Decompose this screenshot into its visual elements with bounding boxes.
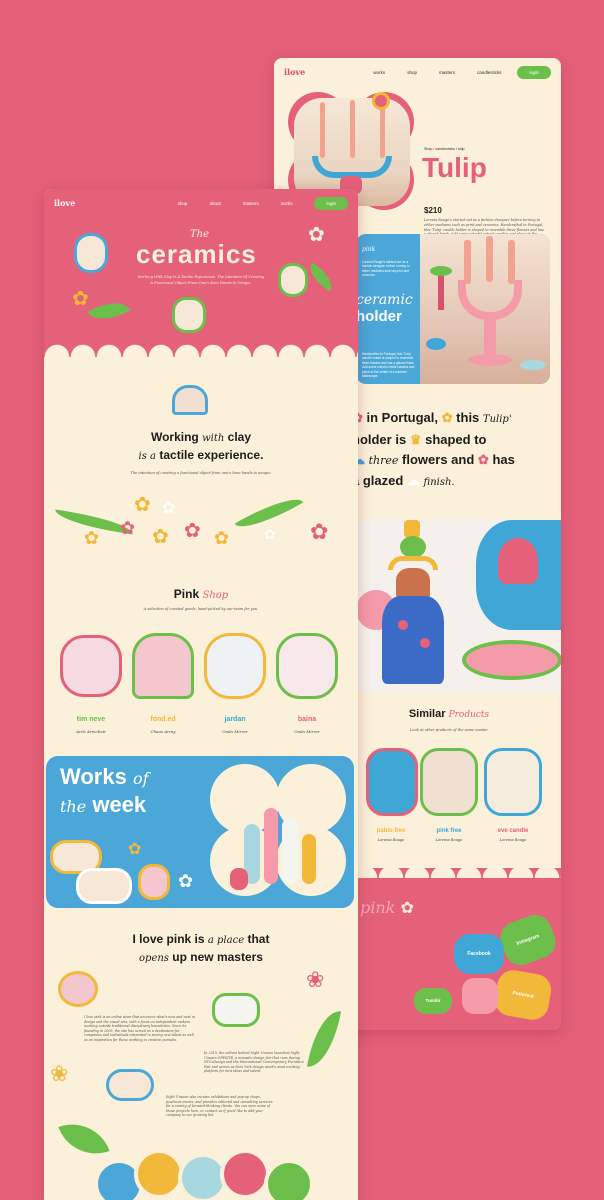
nav-shop[interactable]: shop <box>407 70 417 75</box>
similar-sub-3: Lorenia Rouge <box>499 838 527 842</box>
about-paragraph-3: Sight Unseen also curates exhibitions an… <box>166 1095 273 1118</box>
feature-title-1: ceramic <box>356 292 413 308</box>
flower-icon: ✿ <box>128 841 142 858</box>
login-button[interactable]: login <box>314 196 348 210</box>
works-title: Works of the week <box>60 764 149 817</box>
love-image-2 <box>212 993 260 1027</box>
feature-title-2: holder <box>356 308 402 325</box>
leaf-decoration <box>304 262 338 292</box>
similar-card-1[interactable] <box>366 748 418 816</box>
product-name-fond-ed[interactable]: fond.ed <box>130 716 196 723</box>
product-card-tim-neve[interactable] <box>60 635 122 697</box>
breadcrumb: Shop / candlesticks / tulip <box>424 147 465 151</box>
product-price: $210 <box>424 206 442 215</box>
product-title: Tulip <box>422 152 487 183</box>
nav-about[interactable]: about <box>209 201 220 206</box>
ceramic-vase-photo <box>356 520 561 692</box>
hero-title: ceramics <box>136 239 257 269</box>
flower-garland: ✿ ✿ ✿ ✿ ✿ ✿ ✿ ✿ ✿ <box>53 488 354 565</box>
love-image-3 <box>106 1069 154 1101</box>
home-page-panel: ilove shop about masters works login The… <box>44 189 358 1200</box>
similar-sub-1: Lorenia Rouge <box>377 838 405 842</box>
working-heading: Working with clay is a tactile experienc… <box>138 430 264 462</box>
nav-works[interactable]: works <box>281 201 293 206</box>
nav-masters[interactable]: masters <box>439 70 455 75</box>
top-nav: ilove works shop masters candlesticks lo… <box>274 58 561 86</box>
feature-label: pink <box>362 246 376 253</box>
nav-masters[interactable]: masters <box>243 201 259 206</box>
works-photo <box>210 764 350 902</box>
hero-figure-image <box>172 297 206 333</box>
tulip-icon: ❀ <box>306 967 325 992</box>
hero: ilove shop about masters works login The… <box>44 189 358 357</box>
statement: ✿ in Portugal, ✿ this Tulip' holder is ♛… <box>352 410 515 488</box>
facebook-button[interactable]: Facebook <box>454 934 504 974</box>
love-heading: I love pink is a place that opens up new… <box>132 932 270 964</box>
feature-section: pink Lorenia Rouge's started out as a fa… <box>356 234 550 384</box>
tulip-icon: ❀ <box>50 1061 69 1086</box>
similar-name-2[interactable]: pink free <box>416 828 482 834</box>
tumblr-button[interactable]: Tumblr <box>414 988 452 1014</box>
similar-heading: Similar Products <box>408 708 490 720</box>
love-image-1 <box>58 971 98 1007</box>
hero-subtitle: Working With Clay Is A Tactile Experienc… <box>137 275 265 285</box>
feature-photo <box>420 234 550 384</box>
about-paragraph-1: I love pink is an online store that unco… <box>84 1015 195 1043</box>
product-name-baina[interactable]: baina <box>274 716 340 723</box>
pink-shop-heading: Pink Shop <box>173 587 229 601</box>
flower-icon: ✿ <box>308 224 325 246</box>
product-sub-fond-ed: Chaos Array <box>150 729 176 734</box>
similar-card-2[interactable] <box>420 748 478 816</box>
flower-icon: ✿ <box>178 871 194 891</box>
working-subtitle: The intention of creating a functional o… <box>130 471 272 475</box>
feature-note-2: Handcrafted in Portugal, this 'Tulip' ca… <box>362 352 415 379</box>
logo[interactable]: ilove <box>54 198 75 208</box>
nav-shop[interactable]: shop <box>178 201 188 206</box>
logo[interactable]: ilove <box>284 67 305 77</box>
product-sub-baina: Onda Mirror <box>294 729 320 734</box>
product-card-baina[interactable] <box>276 633 338 699</box>
product-card-fond-ed[interactable] <box>132 633 194 699</box>
plates-photo <box>94 1149 324 1200</box>
flower-decoration <box>372 92 390 110</box>
flower-icon: ✿ <box>72 288 89 310</box>
product-name-jardan[interactable]: jardan <box>202 716 268 723</box>
similar-card-3[interactable] <box>484 748 542 816</box>
product-sub-tim-neve: Arch Armchair <box>76 729 106 734</box>
section-icon-image <box>172 385 208 415</box>
similar-name-1[interactable]: pablo free <box>358 828 424 834</box>
product-name-tim-neve[interactable]: tim neve <box>58 716 124 723</box>
feature-note: Lorenia Rouge's started out as a fashion… <box>362 260 410 278</box>
about-paragraph-2: In 2019, the editors behind Sight Unseen… <box>204 1051 304 1074</box>
pink-shop-subtitle: A selection of curated goods, hand-picke… <box>143 607 259 611</box>
nav-candlesticks[interactable]: candlesticks <box>477 70 502 75</box>
leaf-decoration <box>87 292 131 330</box>
works-thumb-3 <box>138 864 170 900</box>
hero-mug-image <box>278 263 308 297</box>
page: { "back": { "logo": "ilove", "nav": ["wo… <box>0 0 604 1200</box>
login-button[interactable]: login <box>517 65 551 79</box>
pinterest-button[interactable]: Pinterest <box>492 967 554 1023</box>
hero-image-left <box>74 233 108 273</box>
pink-decor-tile <box>462 978 498 1014</box>
product-sub-jardan: Onda Mirror <box>222 729 248 734</box>
works-thumb-2 <box>76 868 132 904</box>
top-nav: ilove shop about masters works login <box>44 189 358 217</box>
nav-works[interactable]: works <box>373 70 385 75</box>
product-card-jardan[interactable] <box>204 633 266 699</box>
instagram-button[interactable]: Instagram <box>496 910 560 970</box>
similar-sub-2: Lorenia Rouge <box>435 838 463 842</box>
works-of-the-week: Works of the week ✿ ✿ <box>46 756 354 908</box>
footer-script: pink ✿ <box>360 898 414 917</box>
leaf-decoration <box>306 1007 342 1071</box>
similar-subtitle: Look at other products of the same maste… <box>410 728 488 732</box>
similar-name-3[interactable]: eve candle <box>480 828 546 834</box>
